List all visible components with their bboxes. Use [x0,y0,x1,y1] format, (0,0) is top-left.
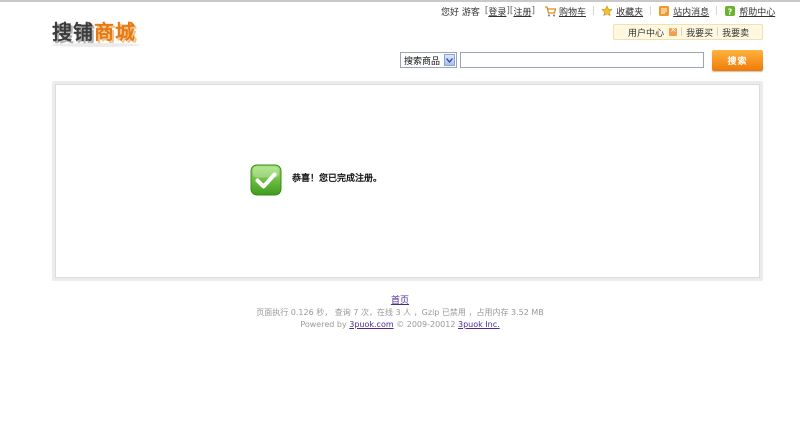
user-status: 您好 游客 [登录] [注册] [441,5,535,18]
footer-stats: 页面执行 0.126 秒， 查询 7 次，在线 3 人 ，Gzip 已禁用 ，占… [256,308,544,317]
search-input[interactable] [460,52,704,68]
content-inner: 恭喜！您已完成注册。 [55,84,760,278]
logo-part-1: 搜铺 [52,20,94,44]
login-link[interactable]: 登录 [488,5,506,18]
content-panel: 恭喜！您已完成注册。 [52,81,763,281]
search-category-value: 搜索商品 [404,56,441,67]
home-link[interactable]: 首页 [391,296,409,306]
sell-link[interactable]: 我要卖 [719,26,752,39]
help-label: 帮助中心 [739,7,776,18]
site-logo[interactable]: 搜铺商城 [52,16,152,48]
cart-label: 购物车 [559,7,587,18]
chevron-down-icon[interactable] [444,54,455,66]
message-icon [658,5,670,17]
site-link[interactable]: 3puok.com [349,320,393,329]
search-category-select[interactable]: 搜索商品 [400,52,457,68]
copyright-text: © 2009-20012 [396,320,456,329]
register-link[interactable]: 注册 [513,5,531,18]
company-link[interactable]: 3puok Inc. [458,320,500,329]
logo-reflection [52,43,140,47]
messages-label: 站内消息 [673,7,710,18]
dropdown-icon[interactable] [669,25,678,36]
user-center-link[interactable]: 用户中心 [614,26,667,39]
top-border [0,0,800,2]
search-button[interactable]: 搜索 [712,50,763,71]
help-link[interactable]: ? 帮助中心 [724,5,775,18]
help-icon: ? [724,5,736,17]
account-nav: 用户中心 | 我要买 | 我要卖 [613,24,763,40]
cart-link[interactable]: 购物车 [544,5,586,18]
messages-link[interactable]: 站内消息 [658,5,709,18]
footer-nav: 首页 [0,293,800,306]
powered-by-text: Powered by [300,320,347,329]
success-check-icon [250,164,282,196]
cart-icon [544,5,556,17]
buy-link[interactable]: 我要买 [683,26,716,39]
star-icon [601,5,613,17]
logo-text: 搜铺商城 [52,16,136,45]
greeting-text: 您好 游客 [441,7,480,18]
svg-text:?: ? [728,7,733,16]
top-links: 购物车 | 收藏夹 | 站内消息 | ? 帮助中心 [544,4,775,18]
logo-part-2: 商城 [94,20,136,44]
favorites-label: 收藏夹 [616,7,644,18]
footer-copyright: Powered by 3puok.com © 2009-20012 3puok … [0,320,800,329]
favorites-link[interactable]: 收藏夹 [601,5,643,18]
success-message: 恭喜！您已完成注册。 [292,174,383,184]
